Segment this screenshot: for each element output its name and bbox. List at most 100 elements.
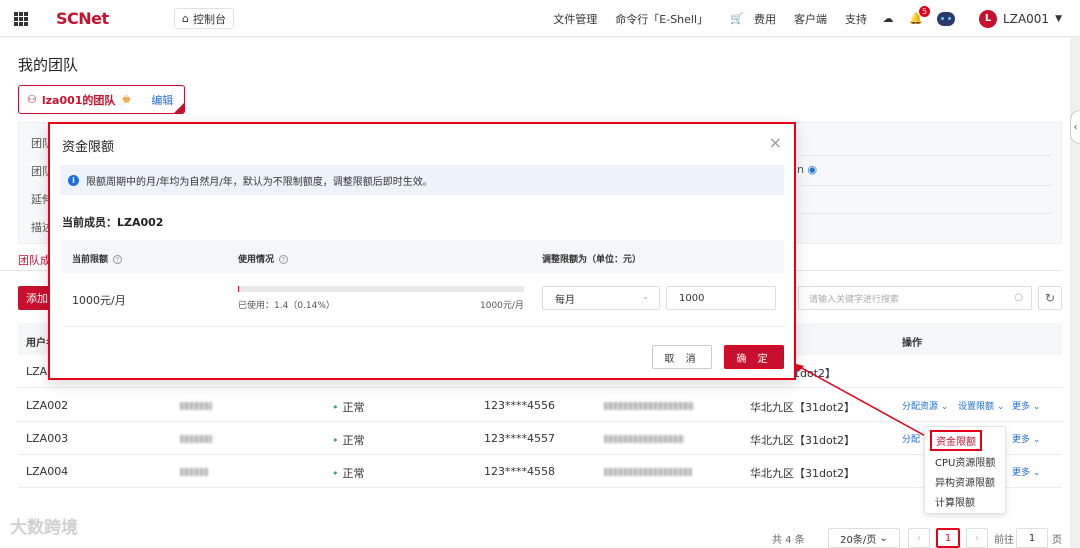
- confirm-button[interactable]: 确 定: [724, 345, 784, 369]
- next-page-button[interactable]: ›: [966, 528, 988, 548]
- divider: [799, 213, 1051, 214]
- page-size-select[interactable]: 20条/页 ⌄: [828, 528, 900, 548]
- divider: [799, 155, 1051, 156]
- cart-icon[interactable]: 🛒: [730, 12, 744, 26]
- current-page[interactable]: 1: [936, 528, 960, 548]
- team-name: lza001的团队: [41, 93, 116, 107]
- nav-file-manager[interactable]: 文件管理: [553, 11, 597, 27]
- column-current-limit: 当前限额?: [72, 252, 123, 265]
- eye-icon[interactable]: ◉: [807, 163, 817, 176]
- fund-limit-dialog: 资金限额 × i 限额周期中的月/年均为自然月/年，默认为不限制额度，调整限额后…: [48, 122, 796, 380]
- allocate-resources-link[interactable]: 分配: [902, 432, 920, 445]
- page-title: 我的团队: [18, 56, 79, 74]
- period-select[interactable]: 每月 ⌄: [542, 286, 660, 310]
- set-limit-link[interactable]: 设置限额 ⌄: [958, 399, 1004, 412]
- caret-down-icon[interactable]: ▼: [1055, 14, 1062, 24]
- usage-text: 已使用：1.4（0.14%）: [238, 301, 335, 311]
- cell-name-blurred: [180, 465, 208, 478]
- cell-name-blurred: [180, 399, 212, 412]
- info-value-fragment: n ◉: [797, 163, 818, 176]
- nav-eshell[interactable]: 命令行「E-Shell」: [615, 11, 708, 27]
- notification-badge: 5: [918, 5, 931, 17]
- add-member-button[interactable]: 添加: [18, 286, 52, 310]
- chevron-down-icon: ⌄: [642, 292, 649, 301]
- dropdown-item-compute-limit[interactable]: 计算限额: [935, 494, 975, 509]
- logo-text: SCNet: [56, 9, 109, 28]
- home-icon: ⌂: [182, 12, 189, 25]
- limit-table-header: 当前限额? 使用情况? 调整限额为（单位：元）: [62, 240, 784, 273]
- team-icon: ⚇: [27, 93, 37, 106]
- limit-amount-input[interactable]: [666, 286, 776, 310]
- cell-user: LZA003: [26, 432, 69, 445]
- cell-zone: 华北九区【31dot2】: [750, 434, 856, 447]
- owner-icon: ♚: [121, 93, 132, 106]
- help-icon: ?: [113, 255, 123, 264]
- console-button[interactable]: ⌂ 控制台: [174, 8, 234, 29]
- table-row: LZA003 • 正常 123****4557 华北九区【31dot2】 分配 更…: [18, 422, 1062, 455]
- goto-label: 前往: [994, 535, 1014, 546]
- pagination-total: 共 4 条: [772, 535, 805, 546]
- goto-page-input[interactable]: 1: [1016, 528, 1048, 548]
- current-member-label: 当前成员：LZA002: [62, 216, 164, 229]
- usage-progress-bar: [238, 286, 524, 292]
- divider: [799, 185, 1051, 186]
- tab-team-members[interactable]: 团队成: [18, 252, 51, 268]
- user-name[interactable]: LZA001: [1003, 12, 1049, 26]
- app-grid-icon[interactable]: [14, 12, 28, 26]
- dropdown-item-fund-limit[interactable]: 资金限额: [930, 430, 982, 451]
- edit-team-link[interactable]: 编辑: [151, 92, 173, 108]
- cloud-download-icon[interactable]: ☁: [881, 12, 895, 26]
- nav-support[interactable]: 支持: [845, 11, 867, 27]
- column-actions: 操作: [902, 338, 922, 349]
- user-avatar[interactable]: L: [979, 9, 998, 28]
- status-dot-icon: •: [332, 401, 339, 414]
- cell-phone: 123****4558: [484, 465, 555, 478]
- notice-text: 限额周期中的月/年均为自然月/年，默认为不限制额度，调整限额后即时生效。: [86, 176, 433, 188]
- set-limit-dropdown: 资金限额 CPU资源限额 异构资源限额 计算限额: [924, 426, 1006, 514]
- cell-zone: 华北九区【31dot2】: [750, 467, 856, 480]
- column-adjust-limit: 调整限额为（单位：元）: [542, 255, 642, 265]
- nav-client[interactable]: 客户端: [794, 11, 827, 27]
- cell-email-blurred: [604, 432, 684, 445]
- cell-phone: 123****4557: [484, 432, 555, 445]
- console-label: 控制台: [192, 12, 226, 26]
- more-link[interactable]: 更多 ⌄: [1012, 432, 1040, 445]
- allocate-resources-link[interactable]: 分配资源 ⌄: [902, 399, 948, 412]
- cancel-button[interactable]: 取 消: [652, 345, 712, 369]
- dialog-title: 资金限额: [62, 140, 115, 155]
- bell-icon[interactable]: 🔔 5: [909, 5, 931, 26]
- assistant-robot-icon[interactable]: [937, 11, 956, 26]
- more-link[interactable]: 更多 ⌄: [1012, 399, 1040, 412]
- watermark: 大数跨境: [10, 518, 78, 538]
- more-link[interactable]: 更多 ⌄: [1012, 465, 1040, 478]
- page-suffix: 页: [1052, 535, 1062, 546]
- divider: [62, 326, 784, 327]
- cell-zone: 华北九区【31dot2】: [750, 401, 856, 414]
- search-input[interactable]: 请输入关键字进行搜索 ○: [798, 286, 1032, 310]
- prev-page-button[interactable]: ‹: [908, 528, 930, 548]
- table-row: LZA002 • 正常 123****4556 华北九区【31dot2】 分配资源…: [18, 389, 1062, 422]
- cell-status: • 正常: [332, 401, 365, 414]
- scnet-logo[interactable]: SCNet: [56, 9, 109, 28]
- search-placeholder: 请输入关键字进行搜索: [809, 294, 900, 305]
- side-collapse-handle[interactable]: ‹: [1070, 110, 1080, 144]
- cell-email-blurred: [604, 465, 692, 478]
- dropdown-item-cpu-limit[interactable]: CPU资源限额: [935, 454, 995, 469]
- team-tab[interactable]: ⚇ lza001的团队 ♚ 编辑: [18, 85, 185, 114]
- cell-name-blurred: [180, 432, 212, 445]
- status-dot-icon: •: [332, 434, 339, 447]
- column-usage: 使用情况?: [238, 252, 289, 265]
- selected-corner: [174, 103, 184, 113]
- dialog-notice: i 限额周期中的月/年均为自然月/年，默认为不限制额度，调整限额后即时生效。: [60, 165, 784, 195]
- cell-user: LZA004: [26, 465, 69, 478]
- status-dot-icon: •: [332, 467, 339, 480]
- close-icon[interactable]: ×: [769, 133, 782, 152]
- cell-user: LZA002: [26, 399, 69, 412]
- search-icon[interactable]: ○: [1014, 292, 1023, 303]
- cell-status: • 正常: [332, 434, 365, 447]
- refresh-button[interactable]: ↻: [1038, 286, 1062, 310]
- top-navbar: SCNet ⌂ 控制台 文件管理 命令行「E-Shell」 🛒 费用 客户端 支…: [0, 0, 1080, 37]
- nav-billing[interactable]: 费用: [754, 11, 776, 27]
- dropdown-item-hetero-limit[interactable]: 异构资源限额: [935, 474, 995, 489]
- current-limit-value: 1000元/月: [72, 294, 126, 307]
